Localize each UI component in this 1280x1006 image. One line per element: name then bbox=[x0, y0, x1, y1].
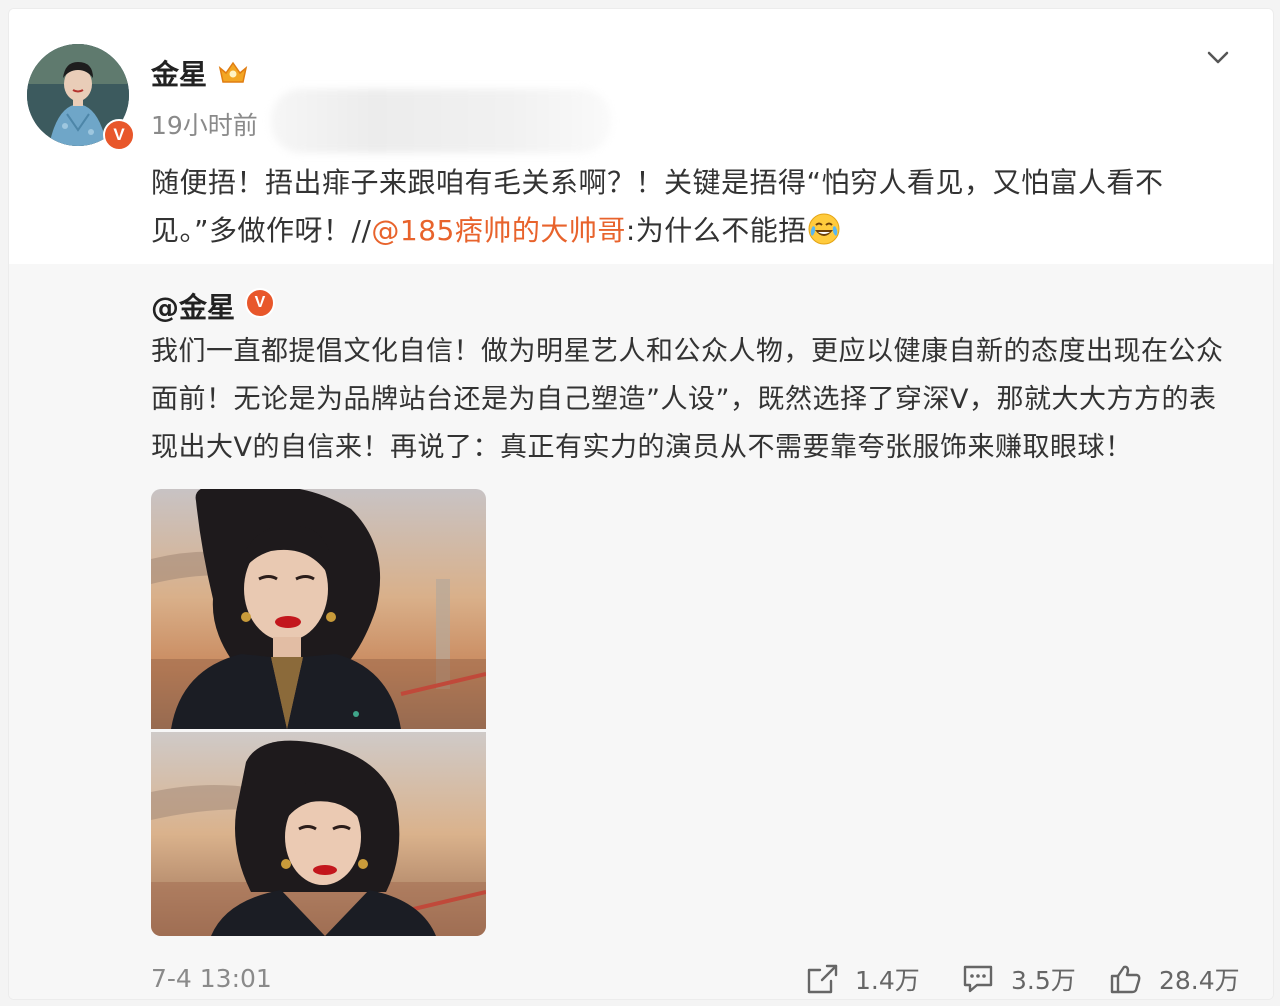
comment-action[interactable]: 3.5万 bbox=[961, 961, 1076, 997]
author-name[interactable]: 金星 bbox=[151, 53, 207, 93]
post-header: V 金星 19小时前 随便捂！捂出痱子来跟咱有毛关系啊？！关键是捂得“怕穷人看见… bbox=[9, 9, 1273, 271]
post-time[interactable]: 19小时前 bbox=[151, 106, 258, 142]
verified-badge: V bbox=[103, 119, 135, 151]
share-action[interactable]: 1.4万 bbox=[805, 961, 920, 997]
post-image-2[interactable] bbox=[151, 732, 486, 936]
repost-block[interactable]: @金星 V 我们一直都提倡文化自信！做为明星艺人和公众人物，更应以健康自新的态度… bbox=[9, 264, 1273, 999]
post-text-tail: :为什么不能捂 bbox=[625, 214, 807, 247]
original-author[interactable]: @金星 bbox=[151, 286, 235, 326]
crown-icon bbox=[218, 61, 248, 83]
chevron-down-icon[interactable] bbox=[1203, 43, 1233, 73]
share-count: 1.4万 bbox=[855, 966, 920, 995]
original-text: 我们一直都提倡文化自信！做为明星艺人和公众人物，更应以健康自新的态度出现在公众面… bbox=[151, 336, 1224, 463]
weibo-post-card: V 金星 19小时前 随便捂！捂出痱子来跟咱有毛关系啊？！关键是捂得“怕穷人看见… bbox=[8, 8, 1274, 1000]
post-image-1[interactable] bbox=[151, 489, 486, 729]
post-text: 随便捂！捂出痱子来跟咱有毛关系啊？！关键是捂得“怕穷人看见，又怕富人看不见。”多… bbox=[151, 159, 1241, 255]
blurred-source bbox=[271, 89, 611, 153]
comment-icon bbox=[963, 965, 993, 993]
laugh-cry-emoji bbox=[808, 213, 840, 245]
share-icon bbox=[807, 964, 838, 994]
like-icon bbox=[1110, 965, 1141, 994]
comment-count: 3.5万 bbox=[1011, 966, 1076, 995]
like-count: 28.4万 bbox=[1159, 966, 1240, 995]
original-date[interactable]: 7-4 13:01 bbox=[151, 964, 272, 993]
like-action[interactable]: 28.4万 bbox=[1109, 961, 1240, 997]
mention-link[interactable]: @185痞帅的大帅哥 bbox=[371, 214, 625, 247]
original-verified-badge: V bbox=[245, 288, 275, 318]
